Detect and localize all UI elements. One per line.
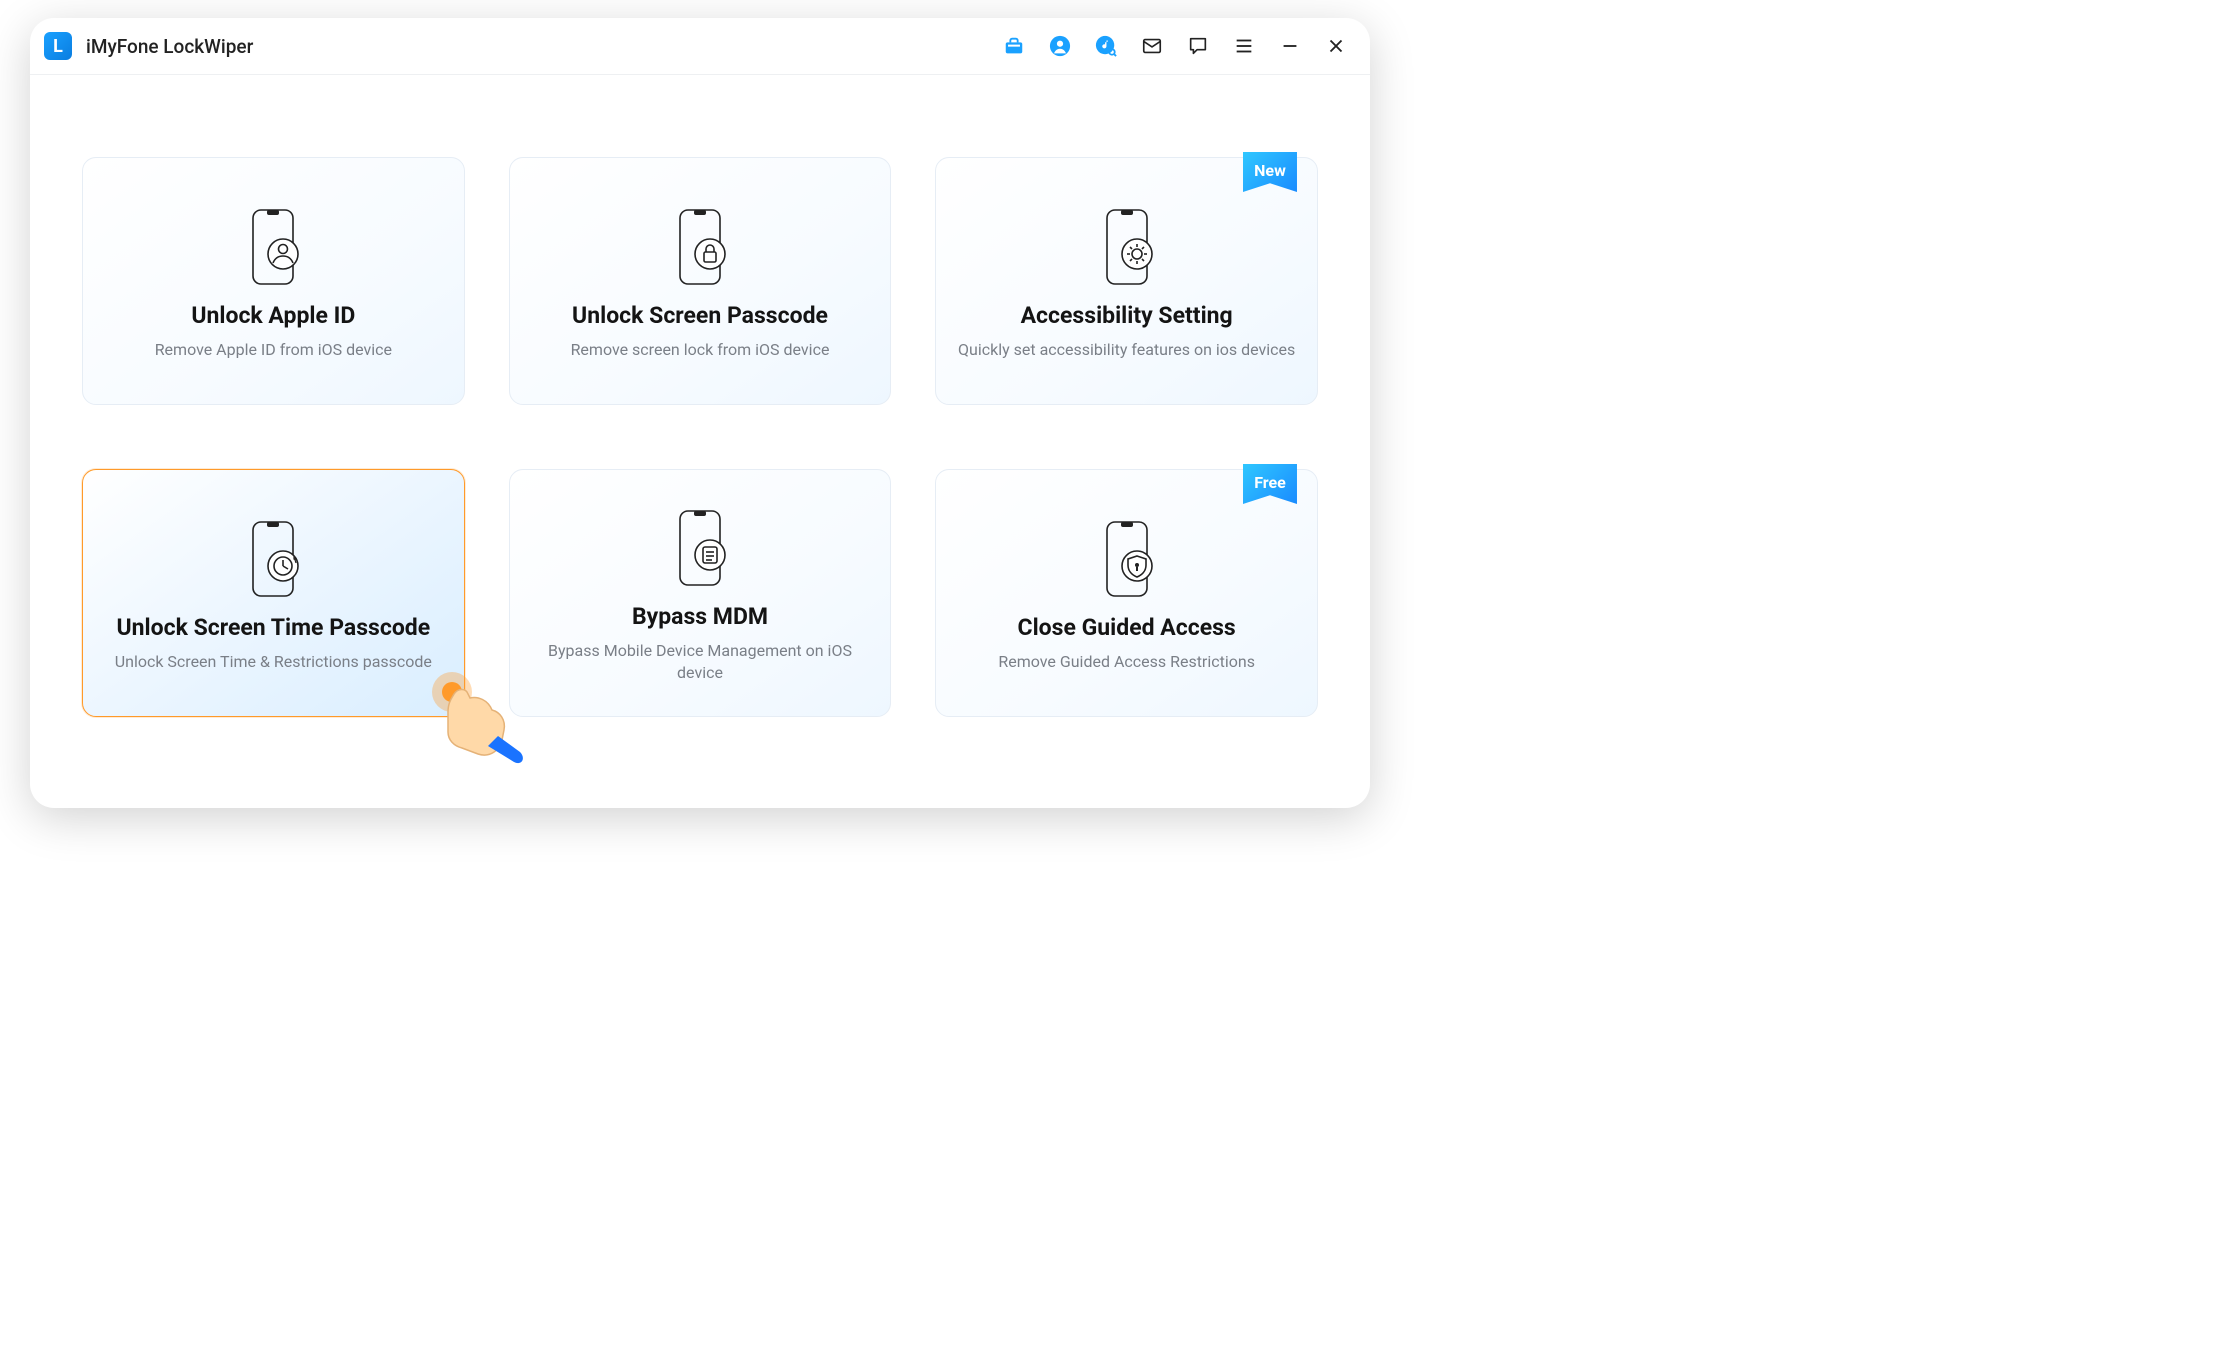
cards-grid: Unlock Apple ID Remove Apple ID from iOS… [30,75,1370,717]
card-desc: Unlock Screen Time & Restrictions passco… [115,651,432,673]
card-title: Unlock Screen Time Passcode [116,614,430,641]
card-title: Close Guided Access [1018,614,1236,641]
phone-clock-icon [241,514,305,604]
card-unlock-screen-passcode[interactable]: Unlock Screen Passcode Remove screen loc… [509,157,892,405]
mail-icon[interactable] [1140,34,1164,58]
music-search-icon[interactable] [1094,34,1118,58]
card-desc: Remove Guided Access Restrictions [998,651,1255,673]
phone-shield-lock-icon [1095,514,1159,604]
card-unlock-screen-time-passcode[interactable]: Unlock Screen Time Passcode Unlock Scree… [82,469,465,717]
app-window: L iMyFone LockWiper [30,18,1370,808]
titlebar-actions [1002,34,1348,58]
card-title: Unlock Apple ID [191,302,355,329]
card-close-guided-access[interactable]: Free Close Guided Access Remove Guided A… [935,469,1318,717]
card-title: Unlock Screen Passcode [572,302,828,329]
ribbon-new: New [1243,152,1297,192]
account-icon[interactable] [1048,34,1072,58]
card-unlock-apple-id[interactable]: Unlock Apple ID Remove Apple ID from iOS… [82,157,465,405]
card-desc: Quickly set accessibility features on io… [958,339,1295,361]
ribbon-free: Free [1243,464,1297,504]
titlebar: L iMyFone LockWiper [30,18,1370,74]
menu-icon[interactable] [1232,34,1256,58]
feedback-icon[interactable] [1186,34,1210,58]
card-desc: Remove Apple ID from iOS device [155,339,392,361]
card-desc: Remove screen lock from iOS device [571,339,830,361]
minimize-button[interactable] [1278,34,1302,58]
close-button[interactable] [1324,34,1348,58]
card-bypass-mdm[interactable]: Bypass MDM Bypass Mobile Device Manageme… [509,469,892,717]
card-accessibility-setting[interactable]: New Accessibility Setting Quickly set ac… [935,157,1318,405]
phone-user-icon [241,202,305,292]
card-desc: Bypass Mobile Device Management on iOS d… [528,640,873,683]
phone-doc-icon [668,503,732,593]
toolbox-icon[interactable] [1002,34,1026,58]
app-title: iMyFone LockWiper [86,35,253,58]
app-logo: L [44,32,72,60]
phone-gear-icon [1095,202,1159,292]
phone-lock-icon [668,202,732,292]
card-title: Accessibility Setting [1021,302,1233,329]
card-title: Bypass MDM [632,603,768,630]
